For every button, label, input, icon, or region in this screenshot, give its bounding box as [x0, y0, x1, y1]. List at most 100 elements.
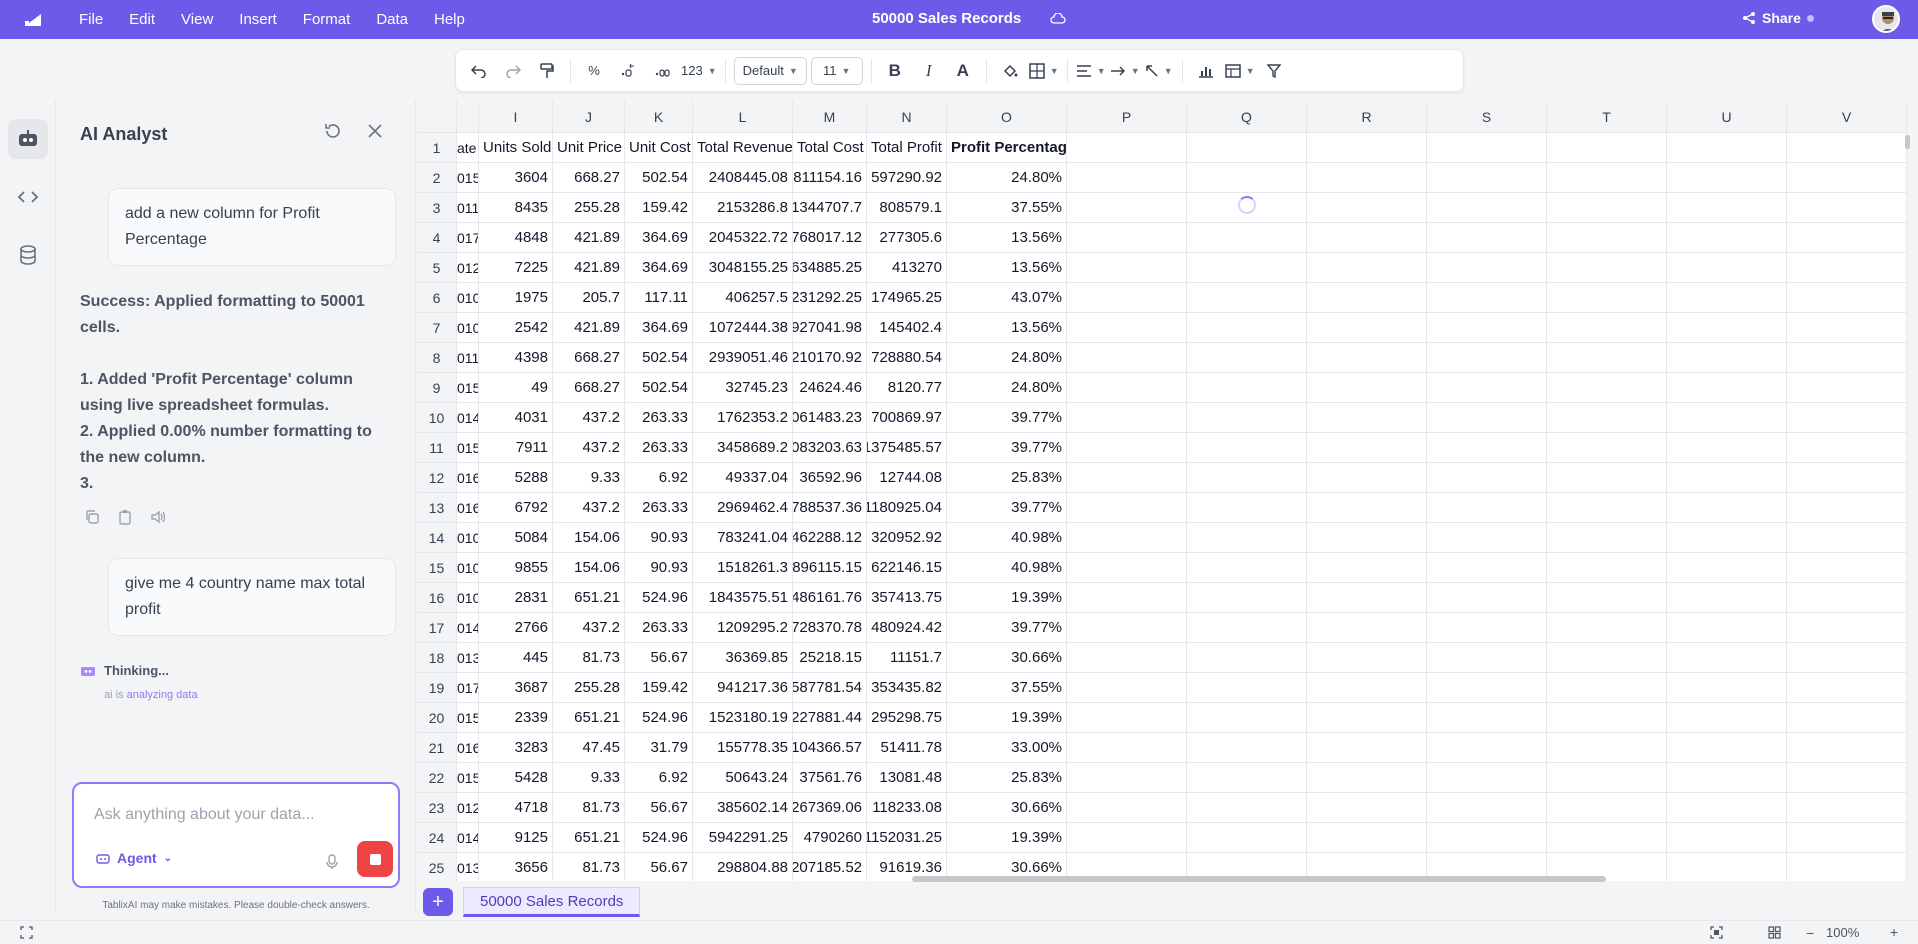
column-header-i[interactable]: I	[479, 101, 553, 133]
cell[interactable]	[1187, 253, 1307, 283]
cell[interactable]	[1307, 283, 1427, 313]
column-header-v[interactable]: V	[1787, 101, 1907, 133]
cell[interactable]: 37.55%	[947, 193, 1067, 223]
cell[interactable]	[1787, 253, 1907, 283]
cell[interactable]	[1307, 133, 1427, 163]
zoom-level[interactable]: 100%	[1826, 925, 1859, 940]
cell[interactable]	[1667, 343, 1787, 373]
cell[interactable]: 40.98%	[947, 523, 1067, 553]
cell[interactable]	[1307, 703, 1427, 733]
cell[interactable]	[1667, 463, 1787, 493]
cell[interactable]	[1787, 343, 1907, 373]
chat-input-box[interactable]: Ask anything about your data... Agent ⌄	[72, 782, 400, 888]
cell[interactable]	[1067, 373, 1187, 403]
cell[interactable]: 421.89	[553, 253, 625, 283]
cell[interactable]	[1307, 433, 1427, 463]
cell[interactable]: 015	[457, 163, 479, 193]
zoom-out-button[interactable]: −	[1806, 925, 1814, 941]
cell[interactable]: 49337.04	[693, 463, 793, 493]
cell[interactable]	[1787, 823, 1907, 853]
horizontal-scrollbar[interactable]	[912, 876, 1606, 882]
fit-to-screen-icon[interactable]	[1710, 926, 1723, 944]
insert-table-dropdown[interactable]: ▼	[1225, 57, 1255, 85]
cell[interactable]: 2339	[479, 703, 553, 733]
filter-button[interactable]	[1259, 57, 1289, 85]
cell[interactable]: 1518261.3	[693, 553, 793, 583]
cell[interactable]: 2408445.08	[693, 163, 793, 193]
cell[interactable]: 267369.06	[793, 793, 867, 823]
increase-decimal-button[interactable]	[647, 57, 677, 85]
cell[interactable]	[1667, 373, 1787, 403]
cell[interactable]: 154.06	[553, 553, 625, 583]
cell[interactable]: 9125	[479, 823, 553, 853]
cell[interactable]	[1307, 553, 1427, 583]
row-header[interactable]: 3	[417, 193, 457, 223]
cell[interactable]	[1787, 313, 1907, 343]
cell[interactable]: 728880.54	[867, 343, 947, 373]
cell[interactable]	[1067, 823, 1187, 853]
cell[interactable]: 524.96	[625, 703, 693, 733]
cell[interactable]: 1209295.2	[693, 613, 793, 643]
cell[interactable]: 104366.57	[793, 733, 867, 763]
column-header-t[interactable]: T	[1547, 101, 1667, 133]
row-header[interactable]: 15	[417, 553, 457, 583]
cell[interactable]: 728370.78	[793, 613, 867, 643]
cell[interactable]	[1427, 433, 1547, 463]
cell[interactable]: 3687	[479, 673, 553, 703]
cell[interactable]: 25.83%	[947, 463, 1067, 493]
cell[interactable]: 651.21	[553, 583, 625, 613]
cell[interactable]: 24.80%	[947, 343, 1067, 373]
font-family-dropdown[interactable]: Default ▼	[733, 56, 807, 85]
cell[interactable]: 421.89	[553, 313, 625, 343]
row-header[interactable]: 14	[417, 523, 457, 553]
cell[interactable]	[1067, 403, 1187, 433]
cell[interactable]	[1667, 853, 1787, 881]
cell[interactable]	[1187, 373, 1307, 403]
column-title-cell[interactable]: Total Profit	[867, 133, 947, 163]
cell[interactable]: 015	[457, 763, 479, 793]
chat-input-placeholder[interactable]: Ask anything about your data...	[94, 806, 315, 824]
cell[interactable]: 13.56%	[947, 223, 1067, 253]
cell[interactable]	[1067, 763, 1187, 793]
cell[interactable]	[1667, 403, 1787, 433]
cell[interactable]: 207185.52	[793, 853, 867, 881]
cell[interactable]	[1667, 553, 1787, 583]
cell[interactable]	[1307, 463, 1427, 493]
cell[interactable]: 56.67	[625, 853, 693, 881]
cell[interactable]: 2045322.72	[693, 223, 793, 253]
cell[interactable]: 015	[457, 373, 479, 403]
cell[interactable]: 19.39%	[947, 823, 1067, 853]
cell[interactable]: 174965.25	[867, 283, 947, 313]
cell[interactable]: 90.93	[625, 553, 693, 583]
cell[interactable]: 117.11	[625, 283, 693, 313]
cell[interactable]: 25218.15	[793, 643, 867, 673]
cell[interactable]	[1667, 703, 1787, 733]
cell[interactable]: 255.28	[553, 673, 625, 703]
cell[interactable]: 5288	[479, 463, 553, 493]
cell[interactable]	[1427, 223, 1547, 253]
cell[interactable]: 4718	[479, 793, 553, 823]
cell[interactable]: 320952.92	[867, 523, 947, 553]
cell[interactable]	[1667, 763, 1787, 793]
cell[interactable]	[1307, 493, 1427, 523]
column-header-n[interactable]: N	[867, 101, 947, 133]
cell[interactable]: 13081.48	[867, 763, 947, 793]
cell[interactable]: 56.67	[625, 793, 693, 823]
cell[interactable]	[1787, 673, 1907, 703]
cell[interactable]: 37.55%	[947, 673, 1067, 703]
cell[interactable]	[1187, 643, 1307, 673]
cell[interactable]	[1067, 493, 1187, 523]
cell[interactable]: 90.93	[625, 523, 693, 553]
cell[interactable]	[1067, 523, 1187, 553]
menu-format[interactable]: Format	[290, 11, 364, 28]
cell[interactable]	[1427, 463, 1547, 493]
cell[interactable]: 014	[457, 823, 479, 853]
cell[interactable]	[1787, 283, 1907, 313]
cell[interactable]	[1067, 283, 1187, 313]
row-header[interactable]: 7	[417, 313, 457, 343]
borders-dropdown[interactable]: ▼	[1029, 57, 1059, 85]
cell[interactable]	[1307, 163, 1427, 193]
cell[interactable]	[1787, 583, 1907, 613]
cell[interactable]: 56.67	[625, 643, 693, 673]
cell[interactable]	[1787, 523, 1907, 553]
